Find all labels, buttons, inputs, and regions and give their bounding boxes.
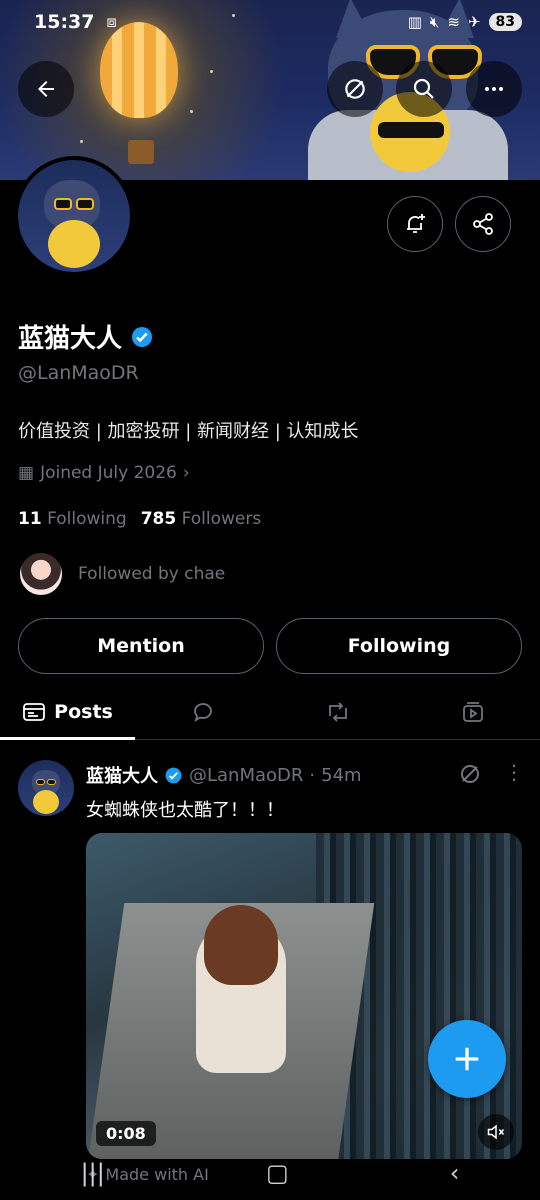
- followed-by[interactable]: Followed by chae: [18, 551, 225, 597]
- calendar-icon: ▦: [18, 463, 35, 483]
- status-time: 15:37: [34, 11, 95, 33]
- share-button[interactable]: [455, 196, 511, 252]
- airplane-icon: ✈: [467, 13, 481, 31]
- back-button[interactable]: [18, 61, 74, 117]
- joined-text: Joined July 2026: [40, 463, 177, 483]
- mute-status-icon: 🔇︎: [429, 13, 440, 31]
- profile-bio: 价值投资 | 加密投研 | 新闻财经 | 认知成长: [18, 421, 359, 442]
- bell-plus-icon: [407, 214, 425, 233]
- followers-label: Followers: [181, 509, 262, 529]
- more-icon: [485, 87, 503, 91]
- joined-date[interactable]: ▦ Joined July 2026 ›: [18, 463, 190, 483]
- speaker-muted-icon: [487, 1124, 505, 1140]
- video-duration: 0:08: [96, 1121, 156, 1146]
- profile-tabs: Posts: [0, 684, 540, 740]
- profile-name-row: 蓝猫大人: [18, 318, 154, 355]
- post-avatar[interactable]: [18, 760, 74, 816]
- post-grok-button[interactable]: [458, 762, 482, 790]
- post-more-button[interactable]: ⋮: [504, 760, 524, 784]
- plus-icon: [455, 1047, 479, 1071]
- profile-handle: @LanMaoDR: [18, 362, 139, 384]
- dot-separator: ·: [309, 764, 316, 786]
- repost-icon: [328, 701, 347, 722]
- replies-icon: [193, 702, 212, 722]
- following-stat[interactable]: 11 Following: [18, 509, 127, 529]
- profile-avatar[interactable]: [14, 156, 134, 276]
- share-icon: [473, 213, 493, 235]
- follower-avatar: [18, 551, 64, 597]
- system-nav-bar: ||| ▢ ‹: [0, 1146, 540, 1200]
- grok-icon: [461, 765, 479, 783]
- post-handle[interactable]: @LanMaoDR: [189, 765, 303, 786]
- followers-count: 785: [140, 509, 177, 529]
- posts-icon: [23, 702, 46, 721]
- media-icon: [462, 701, 483, 722]
- post-header: 蓝猫大人 @LanMaoDR · 54m: [86, 762, 362, 788]
- tab-reposts[interactable]: [270, 684, 405, 739]
- grok-icon: [345, 79, 365, 99]
- search-button[interactable]: [396, 61, 452, 117]
- following-label: Following: [47, 509, 127, 529]
- screenshot-icon: ⧈: [106, 12, 117, 31]
- wifi-icon: ≋: [447, 13, 460, 31]
- status-bar: 15:37 ⧈ ▥ 🔇︎ ≋ ✈ 83: [0, 0, 540, 44]
- grok-button[interactable]: [327, 61, 383, 117]
- battery-indicator: 83: [488, 13, 522, 31]
- search-icon: [413, 78, 434, 99]
- post-video[interactable]: [86, 833, 522, 1159]
- following-button[interactable]: Following: [276, 618, 522, 674]
- post-text: 女蜘蛛侠也太酷了！！！: [86, 800, 284, 821]
- verified-badge-icon[interactable]: [130, 325, 154, 349]
- more-button[interactable]: [466, 61, 522, 117]
- tab-posts[interactable]: Posts: [0, 684, 135, 740]
- notifications-button[interactable]: [387, 196, 443, 252]
- followed-by-text: Followed by chae: [78, 564, 226, 584]
- followers-stat[interactable]: 785 Followers: [141, 509, 262, 529]
- post-time: 54m: [321, 764, 362, 786]
- arrow-left-icon: [38, 81, 54, 97]
- following-count: 11: [18, 509, 42, 529]
- display-name: 蓝猫大人: [18, 324, 123, 354]
- home-icon[interactable]: ▢: [266, 1159, 289, 1187]
- compose-post-button[interactable]: [428, 1020, 506, 1098]
- vibrate-icon: ▥: [407, 13, 422, 31]
- tab-posts-label: Posts: [54, 700, 113, 723]
- post-author-name[interactable]: 蓝猫大人: [86, 762, 158, 788]
- chevron-right-icon: ›: [182, 463, 190, 483]
- balloon-basket: [128, 140, 154, 164]
- tab-media[interactable]: [405, 684, 540, 739]
- video-figure-hair: [204, 905, 278, 985]
- mention-button[interactable]: Mention: [18, 618, 264, 674]
- recent-apps-icon[interactable]: |||: [81, 1159, 105, 1187]
- tab-replies[interactable]: [135, 684, 270, 739]
- verified-badge-icon: [165, 767, 182, 783]
- duck-glasses: [378, 122, 444, 138]
- video-mute-button[interactable]: [478, 1114, 514, 1150]
- follow-stats: 11 Following 785 Followers: [18, 509, 261, 529]
- back-nav-icon[interactable]: ‹: [450, 1159, 460, 1187]
